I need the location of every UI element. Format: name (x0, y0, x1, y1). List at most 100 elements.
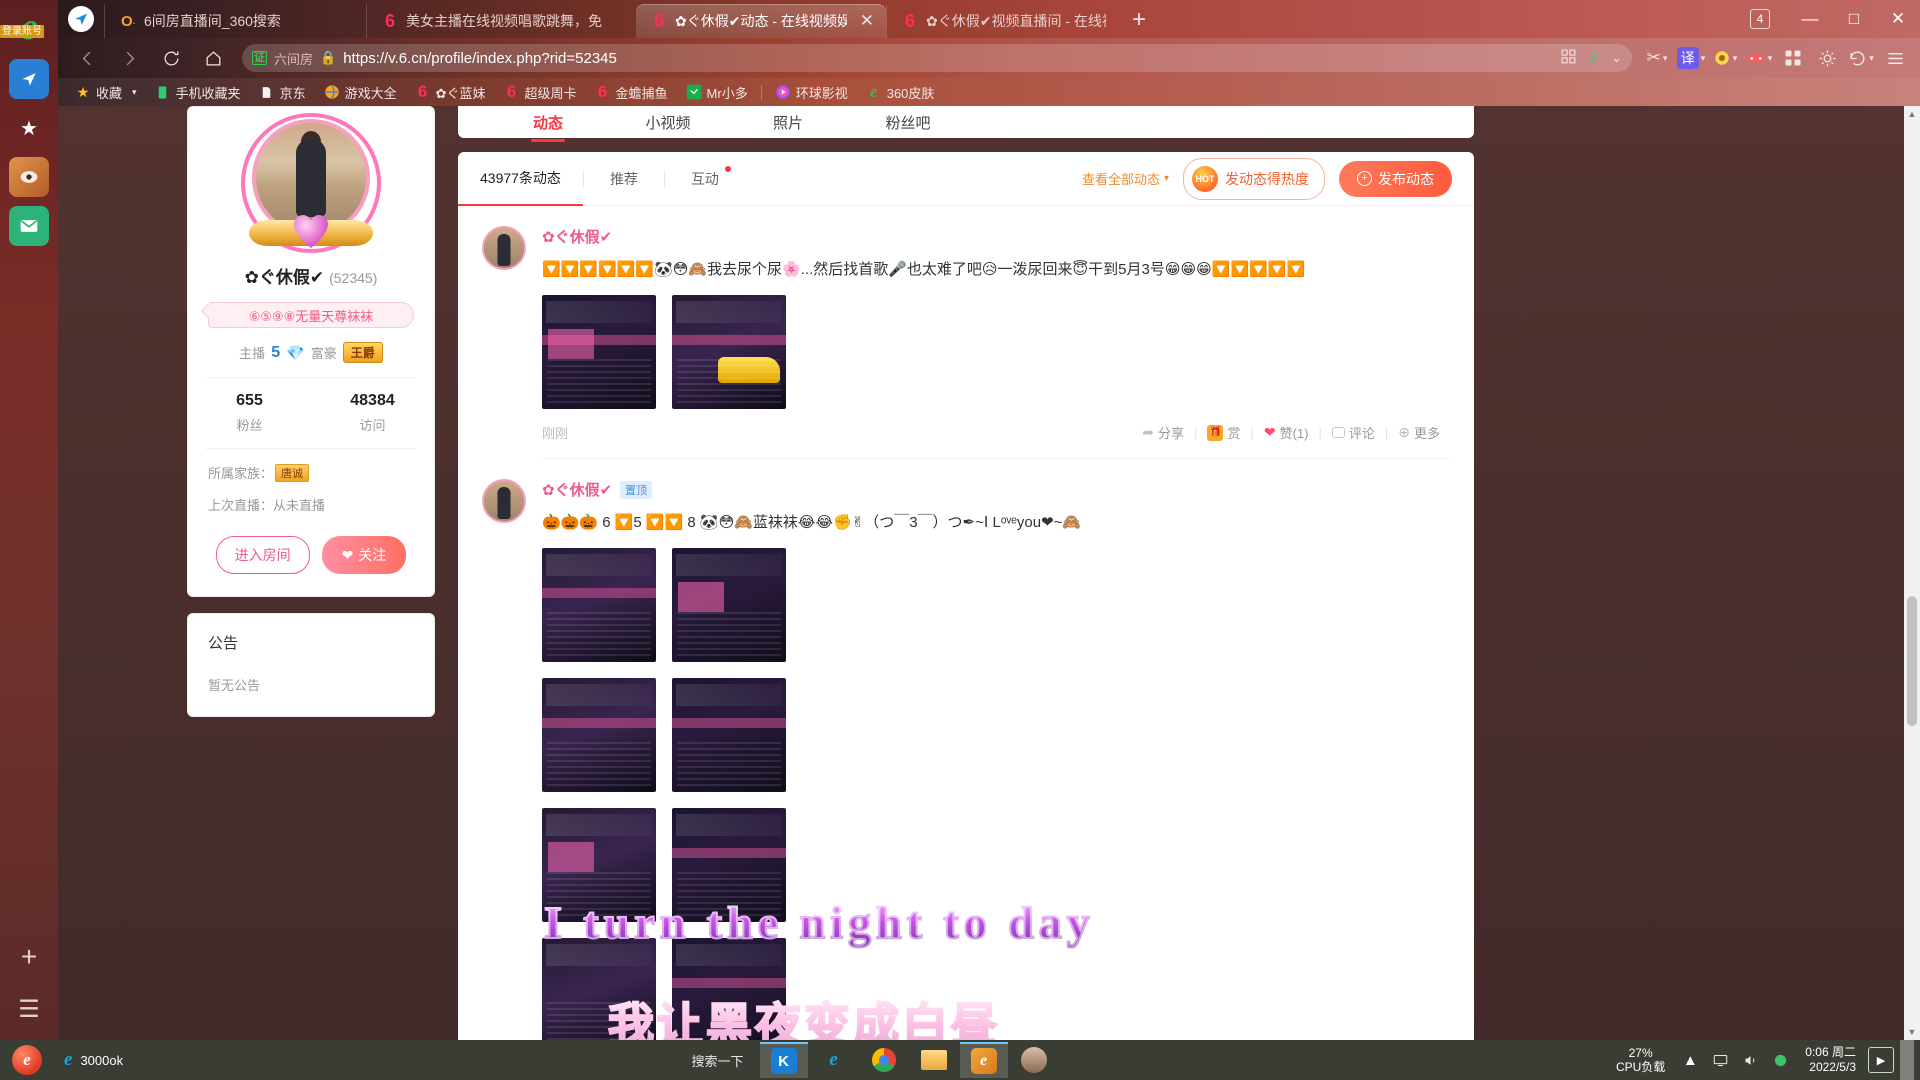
nav-tab-zhaopian[interactable]: 照片 (728, 112, 848, 133)
page-scrollbar[interactable]: ▲ ▼ (1904, 106, 1920, 1040)
scissors-icon[interactable]: ✂ ▾ (1640, 41, 1674, 75)
compass-app-icon[interactable] (9, 59, 49, 99)
bookmark-lanmei[interactable]: 6 ✿ぐ蓝妹 (406, 78, 495, 106)
publish-post-button[interactable]: + 发布动态 (1339, 160, 1452, 197)
taskbar-app-photo[interactable] (1010, 1042, 1058, 1078)
more-action[interactable]: ⊕ 更多 (1388, 423, 1450, 442)
dock-list-button[interactable]: ☰ (18, 995, 40, 1024)
browser-tab-1[interactable]: 6 美女主播在线视频唱歌跳舞，免 (366, 4, 636, 38)
post-image-thumb[interactable] (542, 808, 656, 922)
feed-tab-interact[interactable]: 互动 (665, 152, 745, 206)
browser-tab-2[interactable]: 6 ✿ぐ休假✔动态 - 在线视频娱乐直 ✕ (636, 4, 886, 38)
post-image-thumb[interactable] (542, 548, 656, 662)
grid-apps-icon[interactable] (1776, 41, 1810, 75)
bookmark-360-skin[interactable]: e 360皮肤 (857, 78, 944, 106)
url-text[interactable]: https://v.6.cn/profile/index.php?rid=523… (343, 50, 617, 67)
qr-code-icon[interactable] (1560, 48, 1577, 68)
start-button[interactable]: e (0, 1040, 54, 1080)
nav-tab-xiaoshipin[interactable]: 小视频 (608, 112, 728, 133)
scroll-up-arrow[interactable]: ▲ (1904, 106, 1920, 122)
show-desktop-button[interactable] (1900, 1040, 1914, 1080)
volume-icon[interactable] (1735, 1040, 1765, 1080)
add-app-button[interactable]: + (21, 941, 37, 973)
lightning-icon[interactable]: ⚡ (1589, 49, 1600, 67)
chevron-down-icon[interactable]: ⌄ (1611, 50, 1622, 66)
chevron-up-icon[interactable]: ▲ (1675, 1040, 1705, 1080)
taskbar-app-360browser[interactable]: e (959, 1042, 1008, 1078)
brightness-icon[interactable] (1810, 41, 1844, 75)
post-image-thumb[interactable] (672, 938, 786, 1040)
taskbar-app-explorer[interactable] (910, 1042, 958, 1078)
home-icon[interactable] (192, 41, 234, 75)
monitor-icon[interactable] (1705, 1040, 1735, 1080)
address-bar[interactable]: 证 六间房 🔒 https://v.6.cn/profile/index.php… (242, 44, 1632, 72)
maximize-button[interactable]: □ (1832, 0, 1876, 38)
puzzle-icon[interactable]: ▾ (1708, 41, 1742, 75)
chevron-down-icon[interactable]: ▾ (132, 87, 137, 98)
stat-visits[interactable]: 48384 访问 (311, 392, 434, 434)
taskbar-running-app[interactable]: e 3000ok (54, 1043, 133, 1077)
post-image-thumb[interactable] (672, 808, 786, 922)
family-badge[interactable]: 唐诚 (275, 463, 310, 482)
browser-tab-3[interactable]: 6 ✿ぐ休假✔视频直播间 - 在线视 (886, 4, 1118, 38)
taskbar-search[interactable]: 搜索一下 (682, 1051, 754, 1070)
cpu-load-indicator[interactable]: 27% CPU负载 (1606, 1046, 1675, 1074)
back-arrow-icon[interactable] (66, 41, 108, 75)
gamepad-icon[interactable]: ▾ (1742, 41, 1776, 75)
post-author-name[interactable]: ✿ぐ休假✔ (542, 226, 612, 247)
bookmark-games[interactable]: 游戏大全 (315, 78, 406, 106)
translate-button[interactable]: 译 ▾ (1674, 41, 1708, 75)
scroll-down-arrow[interactable]: ▼ (1904, 1024, 1920, 1040)
follow-button[interactable]: ❤ 关注 (321, 536, 407, 574)
undo-icon[interactable]: ▾ (1844, 41, 1878, 75)
feed-tab-recommend[interactable]: 推荐 (584, 152, 664, 206)
avatar[interactable] (241, 113, 381, 253)
network-icon[interactable] (1765, 1040, 1795, 1080)
scrollbar-thumb[interactable] (1907, 596, 1917, 726)
stat-fans[interactable]: 655 粉丝 (188, 392, 311, 434)
bookmark-phone-favorites[interactable]: 手机收藏夹 (146, 78, 250, 106)
bookmark-favorites[interactable]: ★ 收藏 ▾ (66, 78, 146, 106)
taskbar-app-ie[interactable]: e (810, 1042, 858, 1078)
post-author-name[interactable]: ✿ぐ休假✔ (542, 479, 612, 500)
feed-tab-count[interactable]: 43977条动态 (458, 152, 583, 206)
bookmark-jd[interactable]: 京东 (250, 78, 315, 106)
browser-tab-0[interactable]: O. 6间房直播间_360搜索 (104, 4, 366, 38)
bookmark-fishing[interactable]: 6 金蟾捕鱼 (586, 78, 677, 106)
post-image-thumb[interactable] (672, 295, 786, 409)
tab-count-badge[interactable]: 4 (1750, 9, 1770, 29)
post-image-thumb[interactable] (672, 548, 786, 662)
hot-points-button[interactable]: HOT 发动态得热度 (1183, 157, 1325, 200)
taskbar-app-kingsoft[interactable]: K (759, 1042, 808, 1078)
favorites-app-icon[interactable]: ★ (9, 108, 49, 148)
forward-arrow-icon[interactable] (108, 41, 150, 75)
nav-tab-dongtai[interactable]: 动态 (488, 112, 608, 133)
avatar[interactable] (482, 479, 526, 523)
post-image-thumb[interactable] (672, 678, 786, 792)
taskbar-app-chrome[interactable] (860, 1042, 908, 1078)
close-icon[interactable]: ✕ (860, 11, 874, 31)
post-image-thumb[interactable] (542, 938, 656, 1040)
reload-icon[interactable] (150, 41, 192, 75)
clock[interactable]: 0:06 周二 2022/5/3 (1795, 1045, 1866, 1075)
nav-tab-fensiba[interactable]: 粉丝吧 (848, 112, 968, 133)
gift-action[interactable]: 🎁 赏 (1197, 423, 1250, 442)
bookmark-weekly-card[interactable]: 6 超级周卡 (495, 78, 586, 106)
enter-room-button[interactable]: 进入房间 (215, 536, 310, 574)
view-all-posts-link[interactable]: 查看全部动态 ▾ (1082, 169, 1169, 188)
like-action[interactable]: ❤ 赞(1) (1254, 423, 1319, 442)
login-account-badge[interactable]: 登录账号 (0, 25, 44, 38)
avatar[interactable] (482, 226, 526, 270)
mail-app-icon[interactable] (9, 206, 49, 246)
minimize-button[interactable]: ― (1788, 0, 1832, 38)
bookmark-mrxiaoduo[interactable]: Mr小多 (677, 78, 757, 106)
post-image-thumb[interactable] (542, 678, 656, 792)
share-action[interactable]: ➦ 分享 (1132, 423, 1194, 442)
new-tab-button[interactable]: + (1118, 6, 1160, 38)
image-app-icon[interactable] (9, 157, 49, 197)
sync-button[interactable] (58, 0, 104, 38)
bookmark-global-video[interactable]: 环球影视 (766, 78, 857, 106)
post-image-thumb[interactable] (542, 295, 656, 409)
hamburger-menu-icon[interactable] (1878, 41, 1912, 75)
play-icon[interactable]: ▶ (1866, 1040, 1896, 1080)
